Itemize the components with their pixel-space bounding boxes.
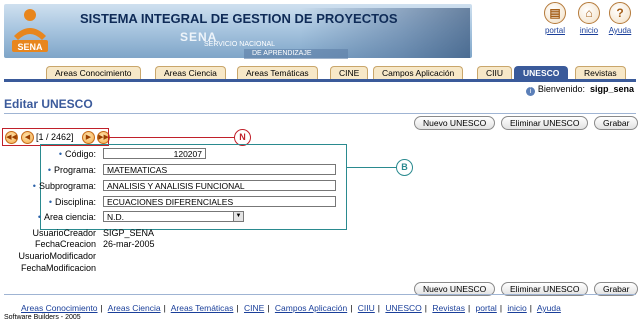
required-marker: • <box>37 212 41 222</box>
usuario-creador-label: UsuarioCreador <box>32 228 96 238</box>
tabs-underline <box>4 79 636 82</box>
tab-campos-aplicacion[interactable]: Campos Aplicación <box>373 66 464 80</box>
footer-divider <box>4 294 636 295</box>
programa-label: • Programa: <box>47 165 96 175</box>
area-ciencia-value: N.D. <box>107 212 124 222</box>
help-icon: ? <box>609 2 631 24</box>
global-link-ayuda[interactable]: Ayuda <box>605 26 635 35</box>
footer-link-areas-conocimiento[interactable]: Areas Conocimiento <box>21 303 98 313</box>
fecha-creacion-value: 26-mar-2005 <box>103 239 155 249</box>
fecha-modificacion-label: FechaModificacion <box>20 263 96 273</box>
tab-cine[interactable]: CINE <box>330 66 369 80</box>
banner: SENA SISTEMA INTEGRAL DE GESTION DE PROY… <box>0 0 640 66</box>
global-button-ayuda[interactable]: ? Ayuda <box>605 2 635 35</box>
area-ciencia-label: • Area ciencia: <box>37 212 96 222</box>
house-icon: ⌂ <box>578 2 600 24</box>
page-title: Editar UNESCO <box>4 97 93 111</box>
global-button-inicio[interactable]: ⌂ inicio <box>574 2 604 35</box>
subprograma-label: • Subprograma: <box>32 181 96 191</box>
global-link-portal[interactable]: portal <box>540 26 570 35</box>
new-unesco-button[interactable]: Nuevo UNESCO <box>414 116 496 130</box>
codigo-label: • Código: <box>58 149 96 159</box>
programa-input[interactable]: MATEMATICAS <box>103 164 336 175</box>
welcome-user: sigp_sena <box>589 84 634 94</box>
title-divider <box>4 113 636 114</box>
global-button-portal[interactable]: ▤ portal <box>540 2 570 35</box>
welcome-text: i Bienvenido: sigp_sena <box>525 84 634 96</box>
logo-text: SENA <box>17 42 43 52</box>
fecha-creacion-label: FechaCreacion <box>34 239 96 249</box>
tab-revistas[interactable]: Revistas <box>575 66 626 80</box>
footer-link-campos-aplicacion[interactable]: Campos Aplicación <box>275 303 347 313</box>
app-title: SISTEMA INTEGRAL DE GESTION DE PROYECTOS <box>80 11 398 26</box>
disciplina-input[interactable]: ECUACIONES DIFERENCIALES <box>103 196 336 207</box>
banner-subtitle-1: SERVICIO NACIONAL <box>204 41 276 48</box>
tab-areas-tematicas[interactable]: Areas Temáticas <box>237 66 318 80</box>
codigo-input[interactable]: 120207 <box>103 148 206 159</box>
welcome-label: Bienvenido: <box>537 84 585 94</box>
usuario-creador-value: SIGP_SENA <box>103 228 155 238</box>
annotation-marker-b: B <box>396 159 413 176</box>
area-ciencia-select[interactable]: N.D. ▼ <box>103 211 244 222</box>
sena-logo: SENA <box>8 6 52 54</box>
required-marker: • <box>32 181 36 191</box>
footer-link-unesco[interactable]: UNESCO <box>385 303 421 313</box>
required-marker: • <box>48 197 52 207</box>
tab-unesco[interactable]: UNESCO <box>514 66 569 80</box>
required-marker: • <box>58 149 62 159</box>
footer-link-cine[interactable]: CINE <box>244 303 264 313</box>
book-icon: ▤ <box>544 2 566 24</box>
required-marker: • <box>47 165 51 175</box>
info-icon: i <box>525 87 535 96</box>
footer-link-ayuda[interactable]: Ayuda <box>537 303 561 313</box>
subprograma-input[interactable]: ANALISIS Y ANALISIS FUNCIONAL <box>103 180 336 191</box>
footer-links: Areas Conocimiento | Areas Ciencia | Areas… <box>21 303 561 313</box>
delete-unesco-button[interactable]: Eliminar UNESCO <box>501 116 589 130</box>
save-button[interactable]: Grabar <box>594 116 639 130</box>
global-link-inicio[interactable]: inicio <box>574 26 604 35</box>
annotation-form-line <box>346 167 396 168</box>
tab-areas-conocimiento[interactable]: Areas Conocimiento <box>46 66 141 80</box>
annotation-nav-line <box>108 137 234 138</box>
banner-subtitle-2: DE APRENDIZAJE <box>252 50 312 57</box>
usuario-modificador-label: UsuarioModificador <box>18 251 96 261</box>
chevron-down-icon[interactable]: ▼ <box>233 212 243 221</box>
footer-link-ciiu[interactable]: CIIU <box>358 303 375 313</box>
disciplina-label: • Disciplina: <box>48 197 96 207</box>
tab-ciiu[interactable]: CIIU <box>477 66 512 80</box>
footer-link-portal[interactable]: portal <box>476 303 497 313</box>
footer-link-areas-ciencia[interactable]: Areas Ciencia <box>108 303 161 313</box>
footer-link-revistas[interactable]: Revistas <box>432 303 465 313</box>
footer-link-inicio[interactable]: inicio <box>507 303 526 313</box>
tab-areas-ciencia[interactable]: Areas Ciencia <box>155 66 226 80</box>
footer-link-areas-tematicas[interactable]: Areas Temáticas <box>171 303 234 313</box>
copyright: Software Builders - 2005 <box>4 314 81 321</box>
